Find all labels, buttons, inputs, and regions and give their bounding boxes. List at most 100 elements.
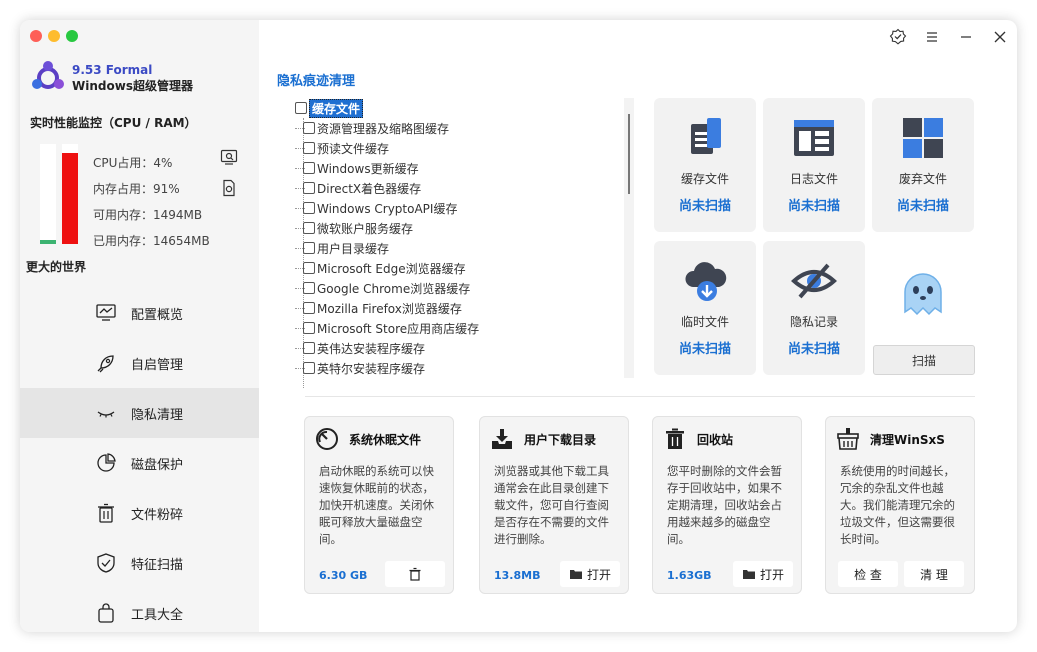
tree-item-checkbox[interactable] bbox=[303, 122, 315, 134]
clean-winsxs-button[interactable]: 清 理 bbox=[904, 561, 964, 587]
sweep-basket-icon bbox=[837, 428, 859, 450]
tree-item[interactable]: Windows CryptoAPI缓存 bbox=[295, 198, 635, 218]
tree-item-checkbox[interactable] bbox=[303, 142, 315, 154]
tree-item-checkbox[interactable] bbox=[303, 182, 315, 194]
sidebar-nav: 配置概览 自启管理 隐私清理 磁盘保护 文件粉碎 特征扫描 工具大全 bbox=[20, 288, 259, 632]
rocket-icon bbox=[97, 355, 114, 373]
obsolete-files-icon bbox=[903, 118, 943, 158]
nav-label: 文件粉碎 bbox=[131, 507, 184, 523]
trash-icon bbox=[98, 503, 114, 523]
nav-item-privacy[interactable]: 隐私清理 bbox=[20, 388, 259, 438]
tile-label: 缓存文件 bbox=[680, 172, 729, 186]
tree-item-label: Microsoft Store应用商店缓存 bbox=[317, 321, 480, 336]
perf-stats: CPU占用：4% 内存占用：91% 可用内存：1494MB 已用内存：14654… bbox=[93, 150, 210, 254]
tree-item[interactable]: Mozilla Firefox浏览器缓存 bbox=[295, 298, 635, 318]
tree-item[interactable]: 预读文件缓存 bbox=[295, 138, 635, 158]
tile-label: 日志文件 bbox=[789, 172, 838, 186]
tree-item-checkbox[interactable] bbox=[303, 342, 315, 354]
trash-icon bbox=[409, 567, 421, 581]
scrollbar-thumb[interactable] bbox=[628, 114, 630, 194]
minimize-button[interactable] bbox=[949, 26, 983, 48]
tile-temp-files[interactable]: 临时文件 尚未扫描 bbox=[654, 241, 756, 375]
minimize-dot[interactable] bbox=[48, 30, 60, 42]
maximize-dot[interactable] bbox=[66, 30, 78, 42]
page-title: 隐私痕迹清理 bbox=[277, 74, 356, 89]
open-downloads-button[interactable]: 打开 bbox=[560, 561, 620, 587]
tree-item-checkbox[interactable] bbox=[303, 302, 315, 314]
mem-bar bbox=[62, 144, 78, 244]
tree-item[interactable]: 英伟达安装程序缓存 bbox=[295, 338, 635, 358]
tree-item[interactable]: 微软账户服务缓存 bbox=[295, 218, 635, 238]
nav-item-startup[interactable]: 自启管理 bbox=[20, 338, 259, 388]
scan-button[interactable]: 扫描 bbox=[873, 345, 975, 375]
cpu-bar-fill bbox=[40, 240, 56, 244]
cache-files-icon bbox=[691, 118, 721, 154]
app-logo-icon bbox=[32, 61, 64, 89]
tree-item-checkbox[interactable] bbox=[303, 202, 315, 214]
nav-label: 磁盘保护 bbox=[131, 457, 184, 473]
minimize-icon bbox=[961, 36, 971, 38]
tree-item[interactable]: Windows更新缓存 bbox=[295, 158, 635, 178]
tree-item-label: Microsoft Edge浏览器缓存 bbox=[317, 261, 466, 276]
open-recycle-bin-button[interactable]: 打开 bbox=[733, 561, 793, 587]
card-description: 启动休眠的系统可以快速恢复休眠前的状态，加快开机速度。关闭休眠可释放大量磁盘空间… bbox=[319, 464, 434, 546]
tree-item-checkbox[interactable] bbox=[303, 222, 315, 234]
tree-root[interactable]: 缓存文件 bbox=[295, 98, 635, 118]
tree-root-checkbox[interactable] bbox=[295, 102, 307, 114]
tree-item[interactable]: 英特尔安装程序缓存 bbox=[295, 358, 635, 378]
tile-log-files[interactable]: 日志文件 尚未扫描 bbox=[763, 98, 865, 232]
app-window: 9.53 Formal Windows超级管理器 实时性能监控（CPU / RA… bbox=[20, 20, 1017, 632]
tree-item[interactable]: Microsoft Edge浏览器缓存 bbox=[295, 258, 635, 278]
card-winsxs: 清理WinSxS 系统使用的时间越长，冗余的杂乱文件也越大。我们能清理冗余的垃圾… bbox=[825, 416, 975, 594]
tile-cache-files[interactable]: 缓存文件 尚未扫描 bbox=[654, 98, 756, 232]
nav-label: 工具大全 bbox=[131, 607, 184, 623]
tree-item-checkbox[interactable] bbox=[303, 162, 315, 174]
tree-item-checkbox[interactable] bbox=[303, 262, 315, 274]
tree-item[interactable]: Microsoft Store应用商店缓存 bbox=[295, 318, 635, 338]
tree-item-label: 资源管理器及缩略图缓存 bbox=[317, 121, 450, 136]
tile-privacy-records[interactable]: 隐私记录 尚未扫描 bbox=[763, 241, 865, 375]
tree-item-label: 英特尔安装程序缓存 bbox=[317, 361, 426, 376]
card-title: 清理WinSxS bbox=[870, 432, 945, 447]
document-settings-icon[interactable] bbox=[220, 179, 238, 197]
card-downloads: 用户下载目录 浏览器或其他下载工具通常会在此目录创建下载文件，您可自行查阅是否存… bbox=[479, 416, 629, 594]
card-size: 13.8MB bbox=[494, 569, 541, 582]
tree-item[interactable]: Google Chrome浏览器缓存 bbox=[295, 278, 635, 298]
close-button[interactable] bbox=[983, 26, 1017, 48]
tree-item-label: Google Chrome浏览器缓存 bbox=[317, 281, 471, 296]
nav-item-tools[interactable]: 工具大全 bbox=[20, 588, 259, 632]
tree-item-checkbox[interactable] bbox=[303, 362, 315, 374]
delete-hibernation-button[interactable] bbox=[385, 561, 445, 587]
mem-usage: 内存占用：91% bbox=[93, 182, 180, 196]
button-label: 打开 bbox=[759, 567, 784, 582]
card-hibernation: 系统休眠文件 启动休眠的系统可以快速恢复休眠前的状态，加快开机速度。关闭休眠可释… bbox=[304, 416, 454, 594]
tree-item-checkbox[interactable] bbox=[303, 322, 315, 334]
app-version: 9.53 Formal bbox=[72, 63, 153, 77]
card-title: 系统休眠文件 bbox=[349, 432, 422, 447]
tree-item-label: Mozilla Firefox浏览器缓存 bbox=[317, 301, 462, 316]
tree-item-label: Windows更新缓存 bbox=[317, 161, 419, 176]
tree-item-checkbox[interactable] bbox=[303, 282, 315, 294]
nav-item-scan[interactable]: 特征扫描 bbox=[20, 538, 259, 588]
tree-item[interactable]: DirectX着色器缓存 bbox=[295, 178, 635, 198]
screen-search-icon[interactable] bbox=[220, 148, 238, 166]
nav-item-shred[interactable]: 文件粉碎 bbox=[20, 488, 259, 538]
menu-button[interactable] bbox=[915, 26, 949, 48]
tree-item[interactable]: 用户目录缓存 bbox=[295, 238, 635, 258]
verified-badge-button[interactable] bbox=[881, 26, 915, 48]
nav-item-overview[interactable]: 配置概览 bbox=[20, 288, 259, 338]
card-title: 用户下载目录 bbox=[524, 432, 597, 447]
log-files-icon bbox=[794, 120, 834, 156]
nav-item-disk[interactable]: 磁盘保护 bbox=[20, 438, 259, 488]
mem-bar-fill bbox=[62, 153, 78, 244]
brand: 9.53 Formal Windows超级管理器 bbox=[30, 60, 193, 96]
shield-check-icon bbox=[97, 553, 115, 573]
tree-item[interactable]: 资源管理器及缩略图缓存 bbox=[295, 118, 635, 138]
card-size: 1.63GB bbox=[667, 569, 712, 582]
privacy-eye-icon bbox=[791, 263, 837, 299]
close-dot[interactable] bbox=[30, 30, 42, 42]
check-winsxs-button[interactable]: 检 查 bbox=[838, 561, 898, 587]
tile-obsolete-files[interactable]: 废弃文件 尚未扫描 bbox=[872, 98, 974, 232]
tree-item-checkbox[interactable] bbox=[303, 242, 315, 254]
tree-scrollbar[interactable] bbox=[624, 98, 634, 378]
